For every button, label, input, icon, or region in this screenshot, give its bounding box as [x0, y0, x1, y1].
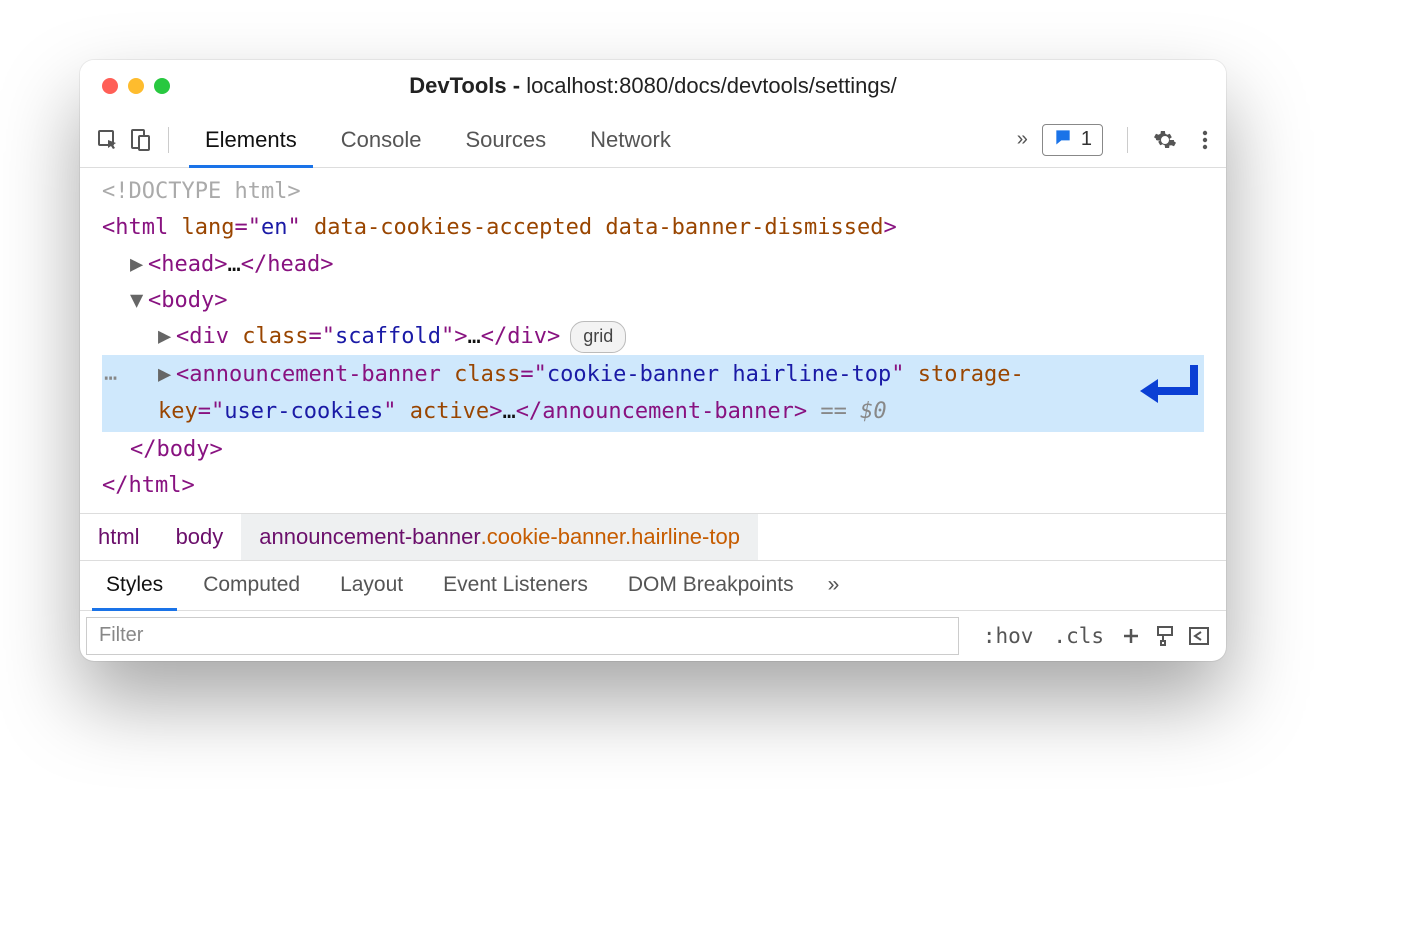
- styles-filter-row: :hov .cls: [80, 611, 1226, 661]
- titlebar: DevTools - localhost:8080/docs/devtools/…: [80, 60, 1226, 112]
- tab-sources[interactable]: Sources: [443, 112, 568, 167]
- dom-tree[interactable]: <!DOCTYPE html> <html lang="en" data-coo…: [80, 168, 1226, 513]
- paint-brush-icon[interactable]: [1148, 624, 1182, 648]
- subtabs-overflow-icon[interactable]: »: [814, 561, 854, 610]
- issues-button[interactable]: 1: [1042, 124, 1103, 156]
- minimize-window-button[interactable]: [128, 78, 144, 94]
- device-toggle-icon[interactable]: [126, 126, 154, 154]
- tab-elements[interactable]: Elements: [183, 112, 319, 167]
- new-style-rule-icon[interactable]: [1114, 624, 1148, 648]
- div-scaffold-row[interactable]: ▶<div class="scaffold">…</div>grid: [102, 319, 1226, 355]
- html-close-row[interactable]: </html>: [102, 468, 1226, 504]
- toolbar-right: » 1: [1017, 124, 1218, 156]
- subtab-computed[interactable]: Computed: [183, 561, 320, 610]
- settings-icon[interactable]: [1152, 127, 1178, 153]
- subtab-layout[interactable]: Layout: [320, 561, 423, 610]
- window-title: DevTools - localhost:8080/docs/devtools/…: [409, 73, 897, 99]
- kebab-menu-icon[interactable]: [1192, 127, 1218, 153]
- tab-network[interactable]: Network: [568, 112, 693, 167]
- breadcrumbs: html body announcement-banner.cookie-ban…: [80, 513, 1226, 561]
- title-url: localhost:8080/docs/devtools/settings/: [526, 73, 897, 98]
- title-prefix: DevTools -: [409, 73, 526, 98]
- subtab-dom-breakpoints[interactable]: DOM Breakpoints: [608, 561, 814, 610]
- html-open-row[interactable]: <html lang="en" data-cookies-accepted da…: [102, 210, 1226, 246]
- tab-console[interactable]: Console: [319, 112, 444, 167]
- body-open-row[interactable]: ▼<body>: [102, 283, 1226, 319]
- zoom-window-button[interactable]: [154, 78, 170, 94]
- toolbar-separator: [168, 127, 169, 153]
- body-close-row[interactable]: </body>: [102, 432, 1226, 468]
- tabs-overflow-icon[interactable]: »: [1017, 128, 1028, 151]
- issues-count: 1: [1081, 128, 1092, 151]
- crumb-announcement-banner[interactable]: announcement-banner.cookie-banner.hairli…: [241, 514, 758, 560]
- cls-toggle[interactable]: .cls: [1043, 611, 1114, 661]
- annotation-arrow-icon: [1134, 361, 1202, 421]
- hov-toggle[interactable]: :hov: [973, 611, 1044, 661]
- computed-toggle-icon[interactable]: [1182, 624, 1216, 648]
- styles-subtabs: Styles Computed Layout Event Listeners D…: [80, 561, 1226, 611]
- grid-badge[interactable]: grid: [570, 321, 626, 353]
- announcement-banner-row[interactable]: ⋯ ▶<announcement-banner class="cookie-ba…: [102, 355, 1204, 432]
- overflow-dots-icon[interactable]: ⋯: [104, 361, 118, 397]
- crumb-html[interactable]: html: [80, 514, 158, 560]
- devtools-window: DevTools - localhost:8080/docs/devtools/…: [80, 60, 1226, 661]
- crumb-body[interactable]: body: [158, 514, 242, 560]
- toolbar-separator-2: [1127, 127, 1128, 153]
- window-controls: [102, 78, 170, 94]
- styles-filter-input[interactable]: [86, 617, 959, 655]
- doctype-row[interactable]: <!DOCTYPE html>: [102, 174, 1226, 210]
- main-toolbar: Elements Console Sources Network » 1: [80, 112, 1226, 168]
- subtab-styles[interactable]: Styles: [86, 561, 183, 610]
- main-tabs: Elements Console Sources Network: [183, 112, 693, 167]
- head-row[interactable]: ▶<head>…</head>: [102, 247, 1226, 283]
- subtab-event-listeners[interactable]: Event Listeners: [423, 561, 608, 610]
- close-window-button[interactable]: [102, 78, 118, 94]
- chat-icon: [1053, 127, 1073, 153]
- inspect-element-icon[interactable]: [94, 126, 122, 154]
